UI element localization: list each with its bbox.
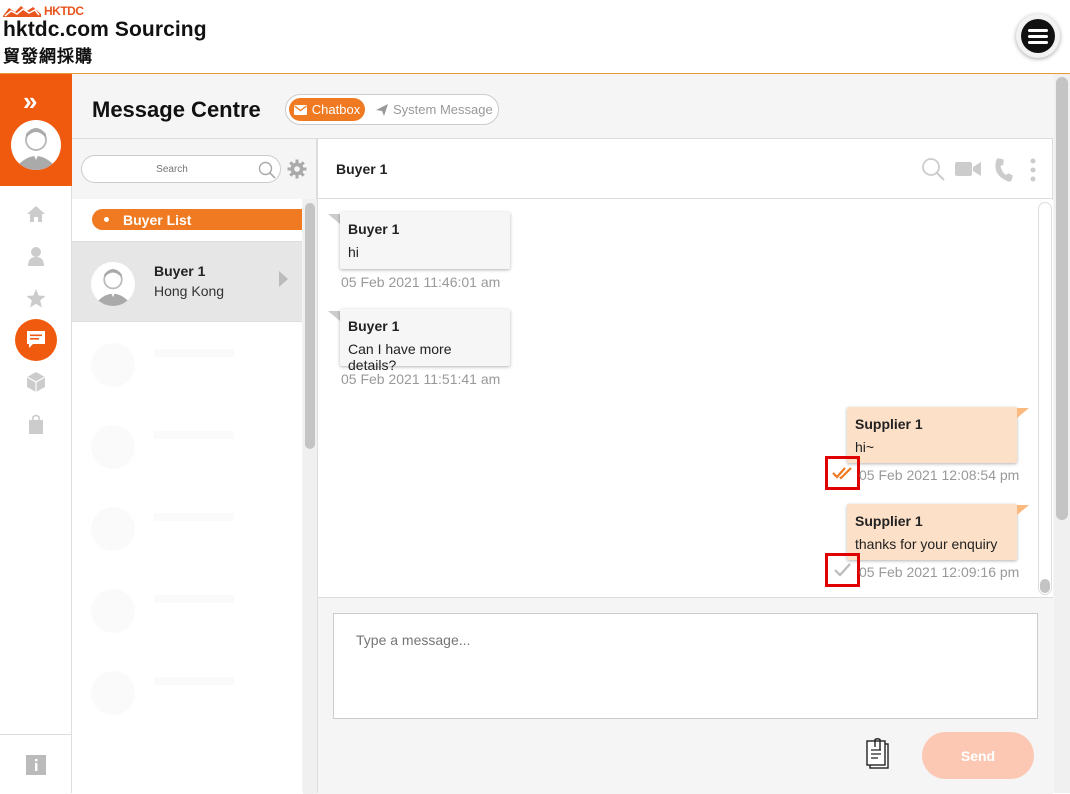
- rail-footer: [0, 734, 72, 793]
- more-icon[interactable]: [1030, 158, 1036, 187]
- chevron-right-icon: [279, 271, 288, 287]
- sent-status-highlight: [825, 553, 860, 587]
- send-button[interactable]: Send: [922, 732, 1034, 779]
- search-icon[interactable]: [921, 157, 945, 186]
- message-input[interactable]: [333, 613, 1038, 719]
- message-sender: Buyer 1: [348, 221, 400, 237]
- message-timestamp: 05 Feb 2021 12:08:54 pm: [859, 467, 1020, 483]
- placeholder-row: [72, 405, 302, 486]
- message-text: hi~: [855, 439, 875, 455]
- expand-icon[interactable]: »: [23, 88, 37, 114]
- phone-icon[interactable]: [992, 158, 1016, 187]
- placeholder-row: [72, 487, 302, 568]
- message-timestamp: 05 Feb 2021 11:51:41 am: [341, 371, 501, 387]
- message-text: Can I have more details?: [348, 341, 452, 373]
- search-box: [81, 155, 281, 183]
- placeholder-row: [72, 323, 302, 404]
- search-icon[interactable]: [258, 161, 276, 184]
- tab-system-message-label: System Message: [393, 102, 493, 117]
- placeholder-row: [72, 651, 302, 732]
- brand-name-chinese: 貿發網採購: [3, 47, 93, 66]
- message-sender: Supplier 1: [855, 416, 923, 432]
- message-text: hi: [348, 244, 359, 260]
- top-header: HKTDC hktdc.com Sourcing 貿發網採購: [0, 0, 1070, 74]
- contact-location: Hong Kong: [154, 283, 225, 299]
- bubble-tail: [1017, 408, 1029, 418]
- bullet-icon: [104, 217, 109, 222]
- bubble-tail: [328, 311, 340, 321]
- tab-system-message[interactable]: System Message: [376, 98, 493, 121]
- read-status-highlight: [825, 456, 860, 490]
- message-bubble-outgoing: Supplier 1 hi~: [847, 407, 1017, 463]
- chat-nav-button[interactable]: [15, 319, 57, 361]
- placeholder-row: [72, 569, 302, 650]
- bubble-tail: [328, 214, 340, 224]
- message-sender: Supplier 1: [855, 513, 923, 529]
- double-check-icon: [831, 467, 852, 480]
- bag-icon[interactable]: [24, 412, 48, 436]
- list-item[interactable]: Buyer 1 Hong Kong: [72, 241, 302, 322]
- contact-list-panel: Buyer List Buyer 1 Hong Kong: [72, 138, 317, 794]
- scrollbar-thumb[interactable]: [305, 203, 315, 449]
- contact-list-scrollbar[interactable]: [303, 199, 317, 794]
- mail-icon: [293, 104, 307, 115]
- send-icon: [376, 103, 388, 116]
- contact-name: Buyer 1: [154, 263, 206, 279]
- message-centre: Message Centre Chatbox System Message Se…: [72, 74, 1054, 794]
- bubble-tail: [1017, 505, 1029, 515]
- tab-chatbox-label: Chatbox: [311, 102, 361, 117]
- chat-icon: [27, 331, 45, 348]
- rail-profile-block: »: [0, 74, 72, 186]
- message-scrollbar[interactable]: [1038, 202, 1052, 595]
- message-thread: Buyer 1 hi 05 Feb 2021 11:46:01 am Buyer…: [318, 200, 1053, 597]
- check-icon: [833, 563, 851, 577]
- message-composer: Send: [318, 597, 1053, 794]
- user-icon[interactable]: [24, 244, 48, 268]
- page-title: Message Centre: [92, 97, 261, 122]
- buyer-list-label: Buyer List: [123, 211, 192, 228]
- page-scrollbar[interactable]: [1054, 74, 1070, 793]
- scrollbar-thumb[interactable]: [1040, 579, 1050, 593]
- message-sender: Buyer 1: [348, 318, 400, 334]
- chat-panel: Buyer 1 Buyer 1 hi 05 Feb 2021 11:46:01 …: [317, 138, 1053, 794]
- message-type-toggle: Chatbox System Message: [285, 94, 499, 125]
- hktdc-logo-mark-icon: [3, 5, 41, 17]
- user-avatar[interactable]: [11, 120, 61, 170]
- contact-list: Buyer List Buyer 1 Hong Kong: [72, 199, 302, 794]
- side-rail: »: [0, 74, 72, 793]
- message-bubble-incoming: Buyer 1 Can I have more details?: [340, 309, 510, 373]
- buyer-list-header[interactable]: Buyer List: [92, 209, 302, 230]
- attachment-icon[interactable]: [866, 738, 890, 775]
- video-icon[interactable]: [955, 161, 981, 182]
- info-icon[interactable]: [26, 755, 46, 780]
- message-timestamp: 05 Feb 2021 11:46:01 am: [341, 274, 501, 290]
- scrollbar-thumb[interactable]: [1056, 77, 1068, 520]
- star-icon[interactable]: [24, 286, 48, 310]
- tab-chatbox[interactable]: Chatbox: [289, 98, 365, 121]
- home-icon[interactable]: [24, 202, 48, 226]
- chat-header: Buyer 1: [318, 139, 1053, 199]
- hamburger-icon: [1021, 19, 1055, 53]
- message-text: thanks for your enquiry: [855, 536, 998, 552]
- message-timestamp: 05 Feb 2021 12:09:16 pm: [859, 564, 1020, 580]
- gear-icon[interactable]: [287, 159, 307, 184]
- main-menu-button[interactable]: [1016, 14, 1060, 58]
- chat-title: Buyer 1: [336, 161, 388, 177]
- brand-name-english: hktdc.com Sourcing: [3, 18, 207, 41]
- cube-icon[interactable]: [24, 370, 48, 394]
- logo-text: HKTDC: [44, 4, 84, 18]
- message-bubble-incoming: Buyer 1 hi: [340, 212, 510, 269]
- search-input[interactable]: [92, 161, 252, 178]
- hktdc-logo[interactable]: HKTDC: [3, 4, 84, 18]
- contact-avatar: [91, 262, 135, 306]
- message-bubble-outgoing: Supplier 1 thanks for your enquiry: [847, 504, 1017, 560]
